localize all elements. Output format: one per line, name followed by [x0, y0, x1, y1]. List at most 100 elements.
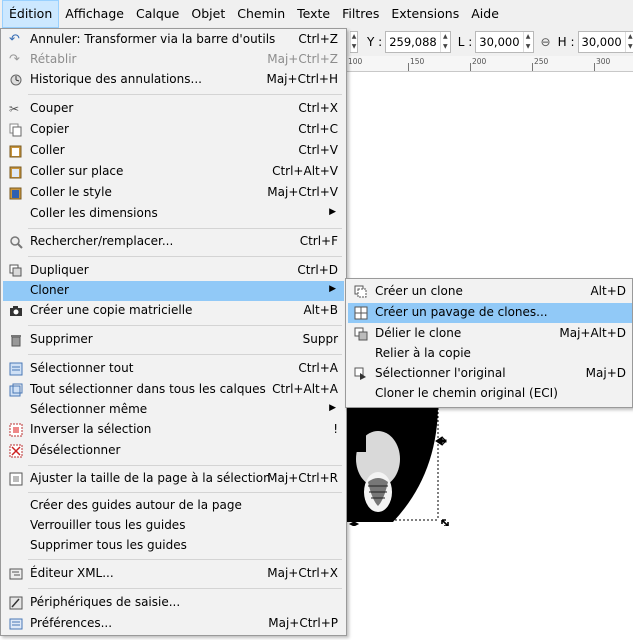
- menu-item-label: Sélectionner même: [30, 402, 148, 416]
- h-label: H :: [557, 35, 575, 49]
- menu-item-guides-around-page[interactable]: Créer des guides autour de la page: [3, 496, 344, 516]
- h-value[interactable]: 30,000: [579, 35, 625, 49]
- menu-item-clone[interactable]: Cloner ▶: [3, 281, 344, 301]
- menu-item-undo[interactable]: ↶ Annuler: Transformer via la barre d'ou…: [3, 30, 344, 50]
- select-all-layers-icon: [9, 383, 23, 397]
- ruler-tick: [470, 63, 471, 71]
- menu-item-delete[interactable]: Supprimer Suppr: [3, 330, 344, 350]
- lock-icon[interactable]: ⊖: [541, 35, 551, 49]
- tile-clones-icon: [354, 306, 368, 320]
- canvas-artwork[interactable]: [338, 404, 450, 526]
- menu-item-preferences[interactable]: Préférences... Maj+Ctrl+P: [3, 614, 344, 634]
- submenu-item-tile-clones[interactable]: Créer un pavage de clones...: [348, 303, 632, 323]
- menu-filtres[interactable]: Filtres: [336, 0, 385, 28]
- x-stepper-tail[interactable]: ▲ ▼: [350, 31, 358, 53]
- menu-item-make-bitmap-copy[interactable]: Créer une copie matricielle Alt+B: [3, 301, 344, 321]
- menu-item-label: Éditeur XML...: [30, 566, 114, 580]
- menu-item-label: Coller: [30, 143, 65, 157]
- menu-item-label: Inverser la sélection: [30, 422, 152, 436]
- menu-item-select-all-layers[interactable]: Tout sélectionner dans tous les calques …: [3, 380, 344, 400]
- edit-dropdown-menu: ↶ Annuler: Transformer via la barre d'ou…: [0, 28, 347, 636]
- menu-item-paste-style[interactable]: Coller le style Maj+Ctrl+V: [3, 183, 344, 203]
- menu-item-label: Couper: [30, 101, 74, 115]
- menu-texte[interactable]: Texte: [291, 0, 336, 28]
- menu-item-deselect[interactable]: Désélectionner: [3, 441, 344, 461]
- menu-item-delete-all-guides[interactable]: Supprimer tous les guides: [3, 536, 344, 556]
- submenu-item-clone-original-path[interactable]: Cloner le chemin original (ECI): [348, 384, 632, 404]
- menu-calque[interactable]: Calque: [130, 0, 185, 28]
- menu-item-paste-size[interactable]: Coller les dimensions ▶: [3, 204, 344, 224]
- scissors-icon: ✂: [9, 102, 20, 116]
- menu-item-input-devices[interactable]: Périphériques de saisie...: [3, 593, 344, 613]
- l-stepper-arrows[interactable]: ▲ ▼: [522, 32, 533, 52]
- menu-item-label: Délier le clone: [375, 326, 462, 340]
- menu-item-cut[interactable]: ✂ Couper Ctrl+X: [3, 99, 344, 119]
- submenu-arrow-icon: ▶: [329, 284, 336, 294]
- menu-item-label: Cloner le chemin original (ECI): [375, 386, 558, 400]
- menu-item-resize-page[interactable]: Ajuster la taille de la page à la sélect…: [3, 469, 344, 489]
- submenu-arrow-icon: ▶: [329, 207, 336, 217]
- menu-item-select-same[interactable]: Sélectionner même ▶: [3, 400, 344, 420]
- submenu-item-unlink-clone[interactable]: Délier le clone Maj+Alt+D: [348, 324, 632, 344]
- l-label: L :: [457, 35, 473, 49]
- horizontal-ruler[interactable]: 100 150 200 250 300: [346, 56, 633, 72]
- menu-item-label: Coller sur place: [30, 164, 124, 178]
- l-stepper[interactable]: 30,000 ▲ ▼: [475, 31, 534, 53]
- select-original-icon: [354, 367, 368, 381]
- select-all-icon: [9, 362, 23, 376]
- menu-item-redo[interactable]: ↷ Rétablir Maj+Ctrl+Z: [3, 50, 344, 70]
- clone-icon: [354, 285, 368, 299]
- menu-item-shortcut: Maj+Ctrl+H: [266, 72, 338, 86]
- ruler-label: 150: [410, 57, 425, 66]
- menu-edition[interactable]: Édition: [2, 0, 60, 28]
- ruler-tick: [408, 63, 409, 71]
- h-stepper[interactable]: 30,000 ▲ ▼: [577, 31, 633, 53]
- submenu-item-relink-copy[interactable]: Relier à la copie: [348, 344, 632, 364]
- tool-controls-bar: ▲ ▼ Y : 259,088 ▲ ▼ L : 30,000 ▲ ▼ ⊖ H : 30…: [346, 28, 633, 56]
- menu-item-label: Supprimer tous les guides: [30, 538, 187, 552]
- xml-editor-icon: [9, 567, 23, 581]
- trash-icon: [9, 333, 23, 347]
- menu-chemin[interactable]: Chemin: [231, 0, 291, 28]
- h-stepper-arrows[interactable]: ▲ ▼: [624, 32, 633, 52]
- menu-item-shortcut: Ctrl+D: [297, 263, 338, 277]
- menu-item-label: Rechercher/remplacer...: [30, 234, 174, 248]
- clone-submenu: Créer un clone Alt+D Créer un pavage de …: [345, 278, 633, 408]
- menu-item-label: Périphériques de saisie...: [30, 595, 181, 609]
- y-stepper[interactable]: 259,088 ▲ ▼: [385, 31, 451, 53]
- menu-item-find-replace[interactable]: Rechercher/remplacer... Ctrl+F: [3, 232, 344, 252]
- ruler-label: 300: [596, 57, 611, 66]
- menu-item-copy[interactable]: Copier Ctrl+C: [3, 120, 344, 140]
- menu-aide[interactable]: Aide: [465, 0, 505, 28]
- ruler-label: 200: [472, 57, 487, 66]
- menu-item-invert-selection[interactable]: Inverser la sélection !: [3, 420, 344, 440]
- menu-item-shortcut: Ctrl+Z: [298, 32, 338, 46]
- menu-item-select-all[interactable]: Sélectionner tout Ctrl+A: [3, 359, 344, 379]
- menu-item-history[interactable]: Historique des annulations... Maj+Ctrl+H: [3, 70, 344, 90]
- menu-item-xml-editor[interactable]: Éditeur XML... Maj+Ctrl+X: [3, 564, 344, 584]
- menu-item-label: Tout sélectionner dans tous les calques: [30, 382, 266, 396]
- menu-objet[interactable]: Objet: [185, 0, 231, 28]
- menu-item-paste[interactable]: Coller Ctrl+V: [3, 141, 344, 161]
- menu-item-shortcut: Maj+Ctrl+Z: [267, 52, 338, 66]
- menu-item-label: Préférences...: [30, 616, 113, 630]
- menu-item-paste-in-place[interactable]: Coller sur place Ctrl+Alt+V: [3, 162, 344, 182]
- submenu-item-create-clone[interactable]: Créer un clone Alt+D: [348, 282, 632, 302]
- x-stepper-arrows[interactable]: ▲ ▼: [350, 32, 357, 52]
- l-value[interactable]: 30,000: [476, 35, 522, 49]
- menu-item-label: Relier à la copie: [375, 346, 471, 360]
- menu-item-label: Créer des guides autour de la page: [30, 498, 242, 512]
- menu-extensions[interactable]: Extensions: [385, 0, 465, 28]
- y-stepper-arrows[interactable]: ▲ ▼: [439, 32, 450, 52]
- y-value[interactable]: 259,088: [386, 35, 440, 49]
- menu-item-lock-all-guides[interactable]: Verrouiller tous les guides: [3, 516, 344, 536]
- menu-item-duplicate[interactable]: Dupliquer Ctrl+D: [3, 261, 344, 281]
- camera-icon: [9, 304, 23, 318]
- menu-affichage[interactable]: Affichage: [59, 0, 130, 28]
- menu-item-shortcut: Ctrl+C: [298, 122, 338, 136]
- history-icon: [9, 73, 23, 87]
- menu-item-label: Créer un clone: [375, 284, 463, 298]
- submenu-item-select-original[interactable]: Sélectionner l'original Maj+D: [348, 364, 632, 384]
- deselect-icon: [9, 444, 23, 458]
- menu-separator: [28, 228, 342, 229]
